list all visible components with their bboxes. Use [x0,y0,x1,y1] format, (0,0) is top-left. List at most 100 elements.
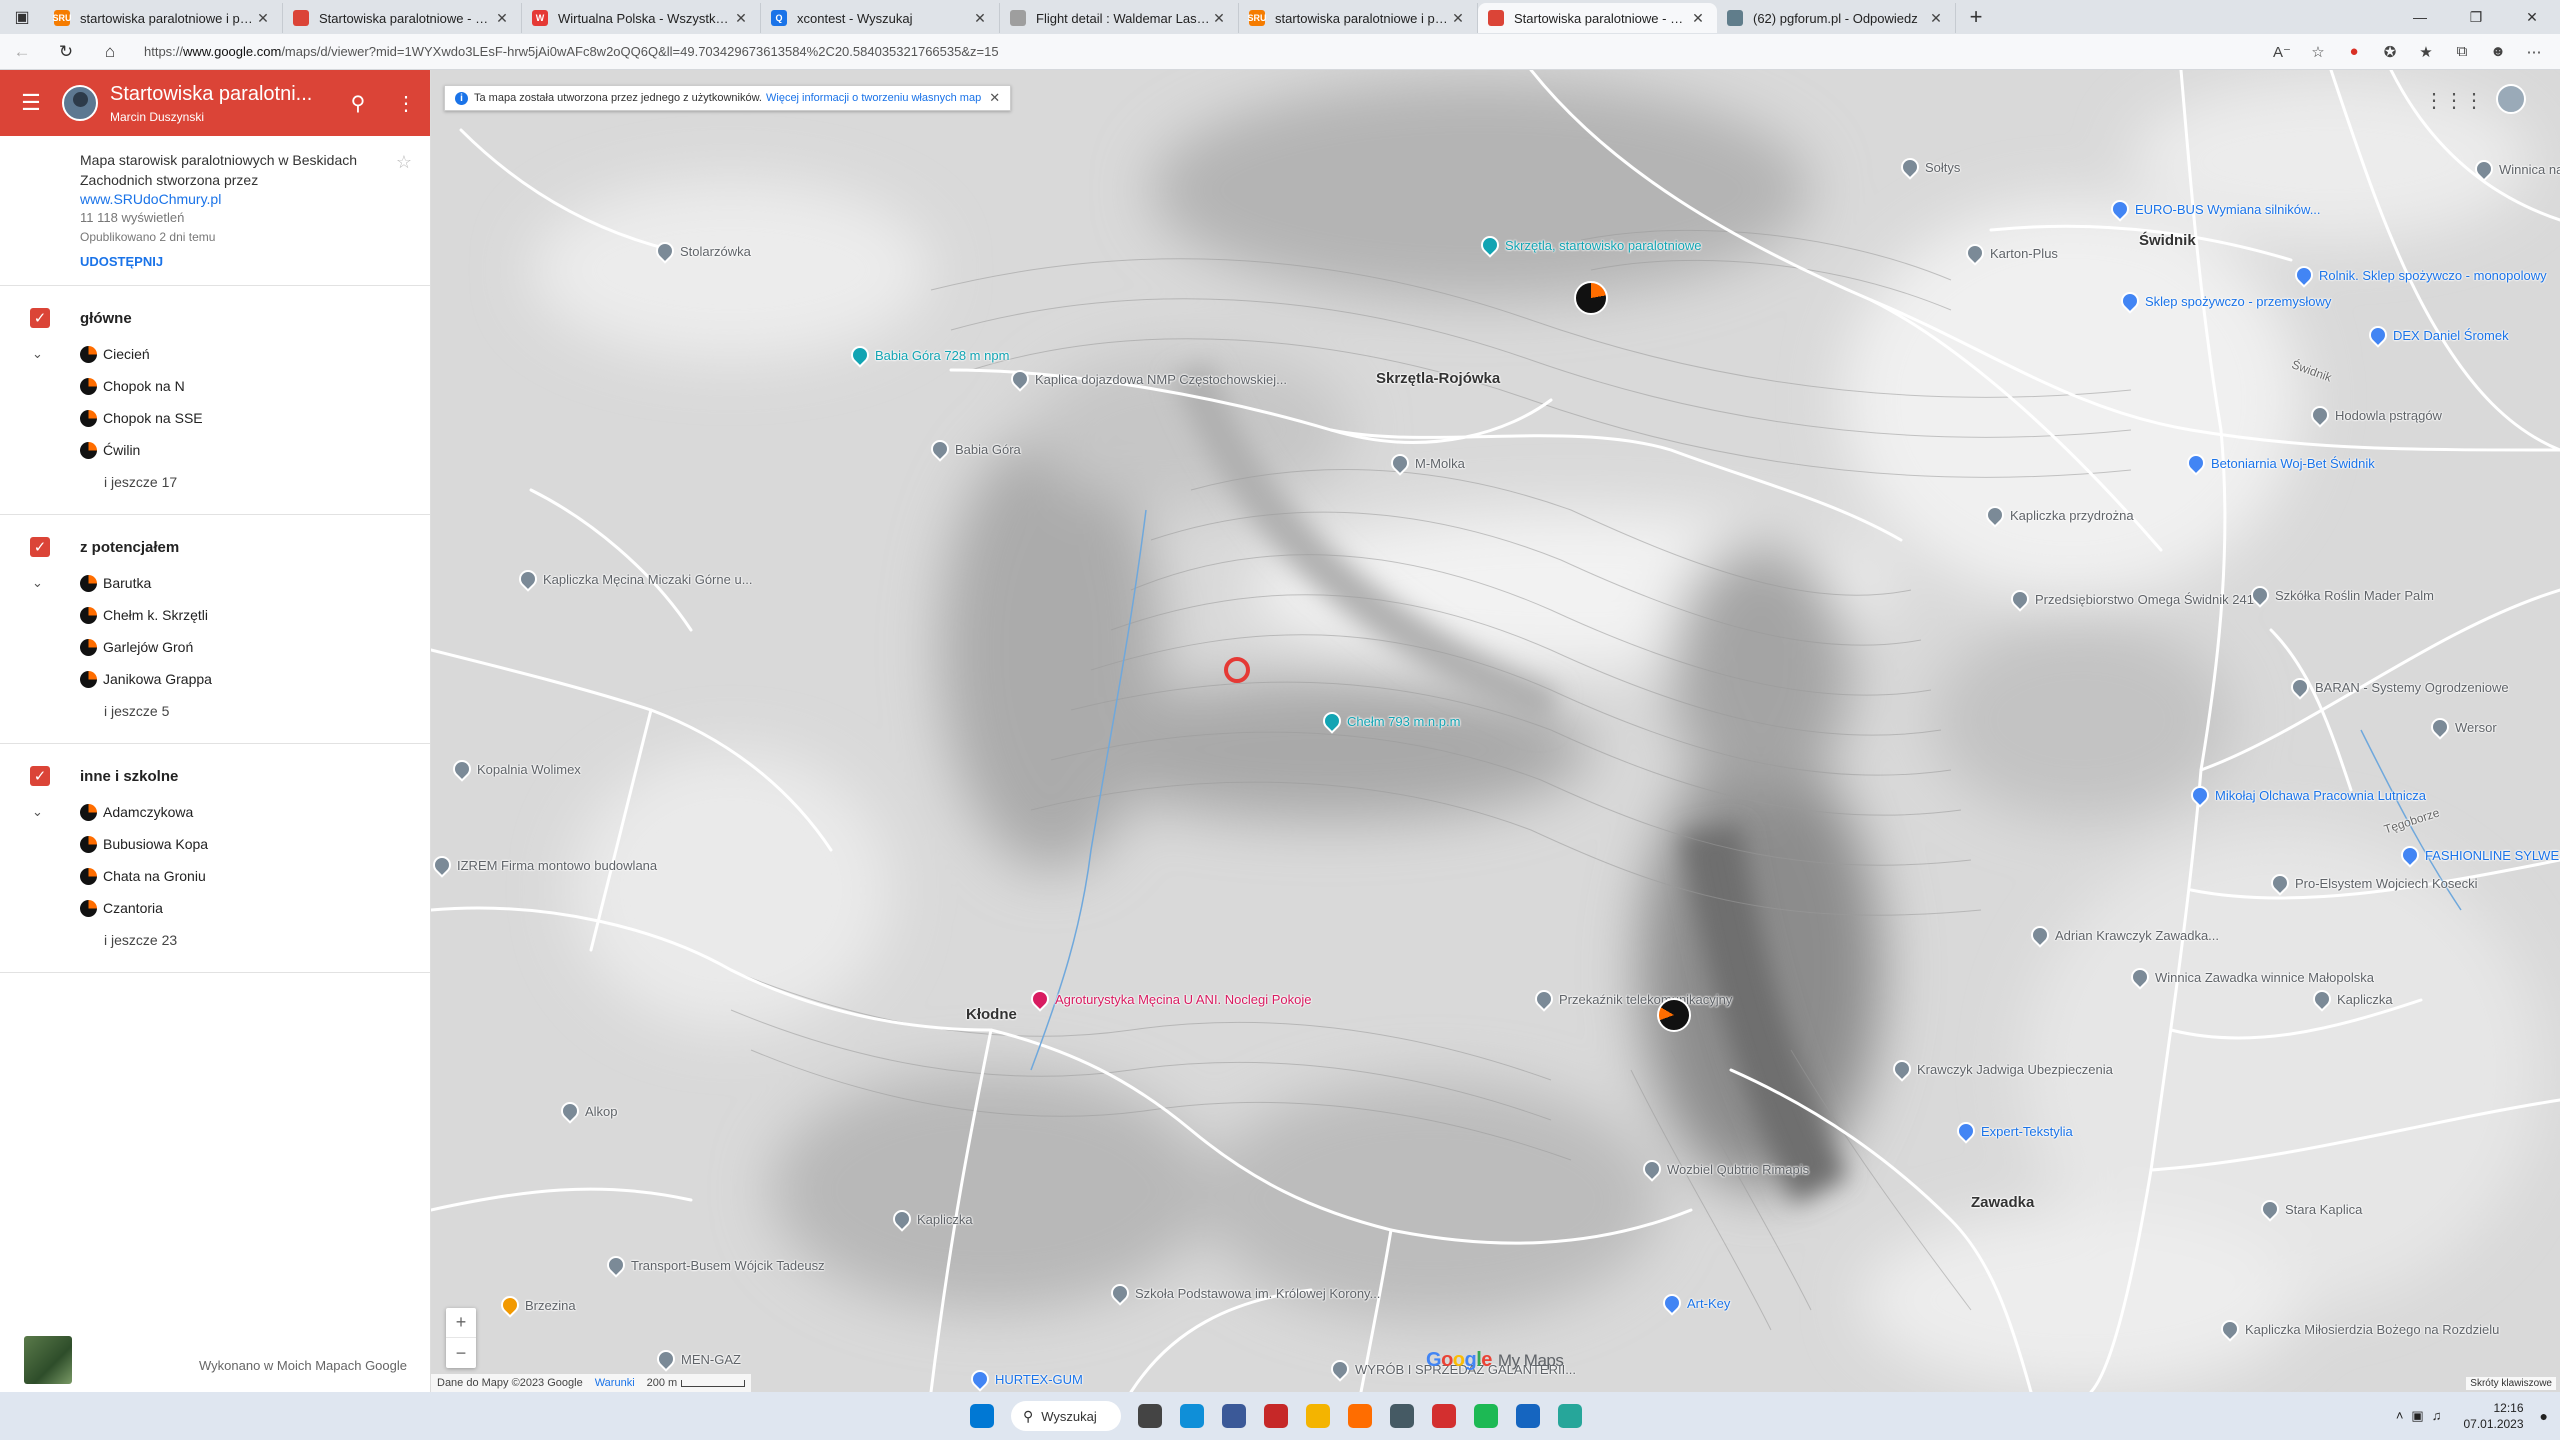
collections-icon[interactable]: ⧉ [2444,43,2480,60]
tab-close-icon[interactable]: ✕ [732,10,750,27]
launch-site-marker[interactable] [1574,281,1608,315]
poi-alkop[interactable]: Alkop [557,1098,618,1124]
layer-show-more[interactable]: i jeszcze 23 [0,924,430,956]
office-icon[interactable] [1255,1397,1297,1435]
layer-item[interactable]: ⌄ Barutka [0,567,430,599]
edge-icon[interactable] [1171,1397,1213,1435]
close-window-icon[interactable]: ✕ [2504,0,2560,34]
extensions-puzzle-icon[interactable]: ✪ [2372,43,2408,61]
poi-karton-plus[interactable]: Karton-Plus [1962,240,2058,266]
poi-szkola[interactable]: Szkoła Podstawowa im. Królowej Korony... [1107,1280,1380,1306]
poi-kapliczka-mecina[interactable]: Kapliczka Męcina Miczaki Górne u... [515,566,753,592]
layer-item[interactable]: Ćwilin [0,434,430,466]
start-icon[interactable] [961,1397,1003,1435]
selected-location-marker[interactable] [1224,657,1250,683]
layer-item[interactable]: Czantoria [0,892,430,924]
place-skrzetla-rojowka[interactable]: Skrzętla-Rojówka [1376,370,1500,387]
notification-icon[interactable]: ● [2540,1408,2548,1424]
poi-kopalnia[interactable]: Kopalnia Wolimex [449,756,581,782]
poi-art-key[interactable]: Art-Key [1659,1290,1730,1316]
layer-item[interactable]: Janikowa Grappa [0,663,430,695]
poi-kapliczka-przydrozna[interactable]: Kapliczka przydrożna [1982,502,2134,528]
layer-name[interactable]: z potencjałem [80,539,179,556]
restore-icon[interactable]: ❐ [2448,0,2504,34]
poi-przekaznik[interactable]: Przekaźnik telekomunikacyjny [1531,986,1732,1012]
browser-tab[interactable]: SRU startowiska paralotniowe i progno ✕ [44,3,283,33]
poi-hurtex[interactable]: HURTEX-GUM [967,1366,1083,1392]
layer-item[interactable]: Chełm k. Skrzętli [0,599,430,631]
new-tab-button[interactable]: + [1956,0,1996,34]
tab-close-icon[interactable]: ✕ [254,10,272,27]
taskbar-search[interactable]: ⚲ Wyszukaj [1011,1401,1121,1431]
more-menu-icon[interactable]: ⋯ [2516,43,2552,61]
browser-tab[interactable]: W Wirtualna Polska - Wszystko co wa✕ [522,3,761,33]
tab-close-icon[interactable]: ✕ [1927,10,1945,27]
zoom-in-button[interactable]: + [446,1308,476,1338]
poi-fashionline[interactable]: FASHIONLINE SYLWESTER... [2397,842,2560,868]
reload-icon[interactable]: ↻ [44,34,88,70]
layer-item[interactable]: ⌄ Adamczykowa [0,796,430,828]
place-zawadka[interactable]: Zawadka [1971,1194,2034,1211]
poi-kapliczka-milosierdzia[interactable]: Kapliczka Miłosierdzia Bożego na Rozdzie… [2217,1316,2499,1342]
layer-item[interactable]: ⌄ Ciecień [0,338,430,370]
browser-tab[interactable]: (62) pgforum.pl - Odpowiedz ✕ [1717,3,1956,33]
poi-dex[interactable]: DEX Daniel Śromek [2365,322,2509,348]
layer-item[interactable]: Bubusiowa Kopa [0,828,430,860]
poi-adrian[interactable]: Adrian Krawczyk Zawadka... [2027,922,2219,948]
layer-name[interactable]: główne [80,310,132,327]
poi-kapliczka-right[interactable]: Kapliczka [2309,986,2393,1012]
tab-close-icon[interactable]: ✕ [1449,10,1467,27]
place-klodne[interactable]: Kłodne [966,1006,1017,1023]
browser-tab[interactable]: SRU startowiska paralotniowe i progno ✕ [1239,3,1478,33]
terms-link[interactable]: Warunki [595,1377,635,1389]
firefox-icon[interactable] [1339,1397,1381,1435]
google-apps-icon[interactable]: ⋮⋮⋮ [2424,88,2484,113]
layer-checkbox[interactable]: ✓ [30,308,50,328]
star-icon[interactable]: ☆ [396,152,412,173]
poi-mikolaj[interactable]: Mikołaj Olchawa Pracownia Lutnicza [2187,782,2426,808]
layer-item[interactable]: Chata na Groniu [0,860,430,892]
layer-name[interactable]: inne i szkolne [80,768,178,785]
poi-omega[interactable]: Przedsiębiorstwo Omega Świdnik 241 [2007,586,2254,612]
launch-site-marker[interactable] [1657,998,1691,1032]
close-icon[interactable]: ✕ [989,90,1000,106]
layer-checkbox[interactable]: ✓ [30,766,50,786]
poi-agroturystyka[interactable]: Agroturystyka Męcina U ANI. Noclegi Poko… [1027,986,1312,1012]
chevron-down-icon[interactable]: ⌄ [0,804,80,820]
place-swidnik[interactable]: Świdnik [2139,232,2196,249]
poi-wozbiel[interactable]: Wozbiel Qubtric Rimapis [1639,1156,1809,1182]
poi-stolarzowka[interactable]: Stolarzówka [652,238,751,264]
poi-hodowla[interactable]: Hodowla pstrągów [2307,402,2442,428]
poi-men-gaz[interactable]: MEN-GAZ [653,1346,741,1372]
map-canvas[interactable]: i Ta mapa została utworzona przez jedneg… [431,70,2560,1392]
tray-icons[interactable]: ˄▣♫ [2396,1408,2450,1424]
basemap-thumbnail[interactable] [24,1336,72,1384]
layer-item[interactable]: Chopok na SSE [0,402,430,434]
browser-tab[interactable]: Startowiska paralotniowe - Beskid✕ [283,3,522,33]
search-icon[interactable]: ⚲ [334,91,382,116]
address-bar[interactable]: https://www.google.com/maps/d/viewer?mid… [144,38,2264,66]
poi-betoniarnia[interactable]: Betoniarnia Woj-Bet Świdnik [2183,450,2375,476]
poi-rolnik[interactable]: Rolnik. Sklep spożywczo - monopolowy [2291,262,2547,288]
account-avatar[interactable] [2496,84,2526,114]
poi-kaplica-nmp[interactable]: Kaplica dojazdowa NMP Częstochowskiej... [1007,366,1287,392]
description-link[interactable]: www.SRUdoChmury.pl [80,191,414,207]
poi-brzezina[interactable]: Brzezina [497,1292,576,1318]
read-aloud-icon[interactable]: A⁻ [2264,43,2300,61]
poi-eurobus[interactable]: EURO-BUS Wymiana silników... [2107,196,2321,222]
taskview-icon[interactable] [1129,1397,1171,1435]
poi-baran[interactable]: BARAN - Systemy Ogrodzeniowe [2287,674,2509,700]
notice-learn-more-link[interactable]: Więcej informacji o tworzeniu własnych m… [766,92,981,104]
acrobat-icon[interactable] [1423,1397,1465,1435]
chevron-down-icon[interactable]: ⌄ [0,575,80,591]
layer-checkbox[interactable]: ✓ [30,537,50,557]
se-icon[interactable] [1507,1397,1549,1435]
chevron-down-icon[interactable]: ⌄ [0,346,80,362]
home-icon[interactable]: ⌂ [88,34,132,70]
keyboard-shortcuts-link[interactable]: Skróty klawiszowe [2466,1377,2556,1390]
poi-m-molka[interactable]: M-Molka [1387,450,1465,476]
profile-icon[interactable]: ☻ [2480,43,2516,60]
map-title[interactable]: Startowiska paralotni... [110,83,334,106]
spotify-icon[interactable] [1465,1397,1507,1435]
poi-chelm-peak[interactable]: Chełm 793 m.n.p.m [1319,708,1460,734]
